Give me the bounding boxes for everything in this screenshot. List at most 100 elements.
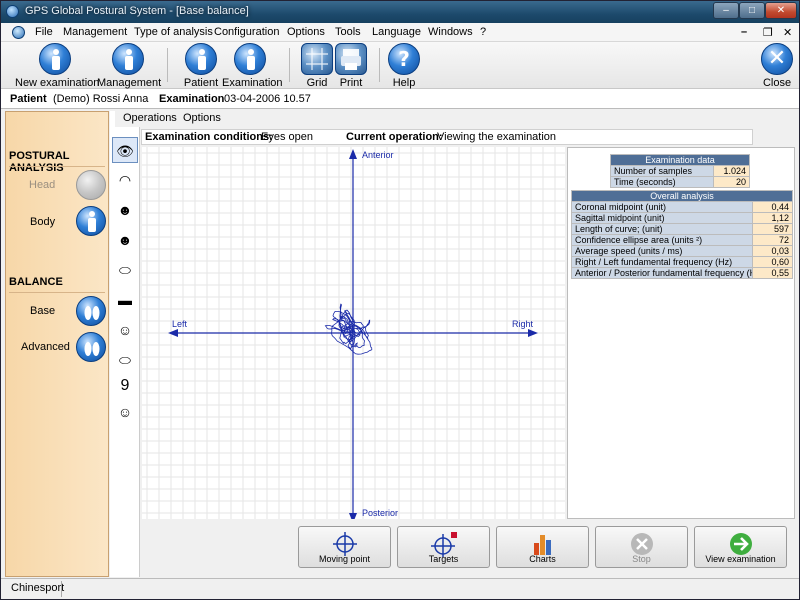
grid-button[interactable]: Grid — [299, 43, 335, 89]
mdi-minimize-button[interactable]: – — [741, 26, 747, 38]
number-nine-icon[interactable]: 9 — [112, 373, 138, 399]
print-button[interactable]: Print — [333, 43, 369, 89]
toolbar-divider — [167, 48, 168, 82]
patient-field-label: Patient — [10, 93, 47, 105]
sway-trace — [324, 303, 373, 355]
eyes-closed-icon[interactable]: ◠ — [112, 167, 138, 193]
management-button[interactable]: Management — [97, 43, 161, 89]
table-row: Number of samples 1.024 — [609, 165, 750, 177]
menu-tools[interactable]: Tools — [335, 26, 361, 38]
head-down-icon[interactable]: ☺ — [112, 399, 138, 425]
table-row: Coronal midpoint (unit) 0,44 — [571, 201, 793, 213]
help-button[interactable]: ? Help — [386, 43, 422, 89]
view-examination-label: View examination — [705, 554, 776, 564]
help-icon: ? — [388, 43, 420, 75]
posterior-arrow-icon — [349, 513, 357, 523]
targets-button[interactable]: Targets — [397, 526, 490, 568]
row-label: Length of curve; (unit) — [571, 223, 753, 235]
moving-point-button[interactable]: Moving point — [298, 526, 391, 568]
patient-button[interactable]: Patient — [181, 43, 221, 89]
results-panel: Examination data Number of samples 1.024 … — [567, 147, 795, 519]
row-label: Right / Left fundamental frequency (Hz) — [571, 256, 753, 268]
close-button[interactable]: ✕ Close — [759, 43, 795, 89]
help-label: Help — [392, 77, 416, 89]
close-window-button[interactable]: ✕ — [765, 2, 797, 19]
row-label: Coronal midpoint (unit) — [571, 201, 753, 213]
view-examination-button[interactable]: View examination — [694, 526, 787, 568]
examination-label: Examination — [222, 77, 283, 89]
toolbar-divider — [289, 48, 290, 82]
right-arrow-icon — [528, 329, 538, 337]
base-button[interactable] — [76, 296, 106, 326]
left-arrow-icon — [168, 329, 178, 337]
status-divider — [61, 581, 62, 597]
row-value: 0,60 — [752, 256, 793, 268]
advanced-button[interactable] — [76, 332, 106, 362]
patient-name: (Demo) Rossi Anna — [53, 93, 149, 105]
toolbar: New examination Management Patient Exami… — [1, 42, 799, 89]
condition-icon-column: 👁 ◠ ☻ ☻ ⬭ ▬ ☺ ⬭ 9 ☺ — [110, 111, 140, 577]
head-icon — [76, 170, 106, 200]
sidebar-item-head-label: Head — [29, 179, 56, 191]
sidebar-divider — [9, 292, 105, 293]
stop-label: Stop — [632, 554, 651, 564]
row-value: 20 — [713, 176, 750, 188]
lips-icon[interactable]: ⬭ — [112, 347, 138, 373]
mouth-closed-icon[interactable]: ▬ — [112, 287, 138, 313]
new-examination-button[interactable]: New examination — [15, 43, 99, 89]
overall-analysis-title: Overall analysis — [571, 190, 793, 202]
feet-icon — [84, 306, 100, 320]
body-button[interactable] — [76, 206, 106, 236]
targets-label: Targets — [428, 554, 459, 564]
toolbar-divider — [379, 48, 380, 82]
status-text: Chinesport — [11, 582, 65, 594]
eyes-open-icon[interactable]: 👁 — [112, 137, 138, 163]
menu-help[interactable]: ? — [480, 26, 486, 38]
row-value: 0,03 — [752, 245, 793, 257]
balance-heading: BALANCE — [9, 276, 63, 288]
person-icon — [234, 43, 266, 75]
left-label: Left — [172, 319, 188, 329]
menu-management[interactable]: Management — [63, 26, 127, 38]
table-row: Confidence ellipse area (units ²) 72 — [571, 234, 793, 246]
title-bar: GPS Global Postural System - [Base balan… — [1, 1, 799, 23]
charts-button[interactable]: Charts — [496, 526, 589, 568]
print-icon — [335, 43, 367, 75]
patient-label: Patient — [183, 77, 219, 89]
stop-button[interactable]: Stop — [595, 526, 688, 568]
menu-options[interactable]: Options — [287, 26, 325, 38]
tab-operations[interactable]: Operations — [123, 112, 177, 124]
menu-language[interactable]: Language — [372, 26, 421, 38]
head-turn-icon[interactable]: ☻ — [112, 227, 138, 253]
person-icon — [112, 43, 144, 75]
app-menu-icon[interactable] — [12, 26, 25, 39]
table-row: Right / Left fundamental frequency (Hz) 0… — [571, 256, 793, 268]
head-profile-icon[interactable]: ☺ — [112, 317, 138, 343]
sidebar-item-advanced-label: Advanced — [21, 341, 70, 353]
conditions-label: Examination conditions: — [145, 131, 273, 143]
menu-configuration[interactable]: Configuration — [214, 26, 279, 38]
feet-icon — [84, 342, 100, 356]
row-value: 1.024 — [713, 165, 750, 177]
patient-bar: Patient (Demo) Rossi Anna Examination 03… — [1, 89, 799, 109]
minimize-button[interactable]: – — [713, 2, 739, 19]
mouth-open-icon[interactable]: ⬭ — [112, 257, 138, 283]
row-value: 0,55 — [752, 267, 793, 279]
mdi-restore-button[interactable]: ❐ — [763, 26, 773, 39]
menu-windows[interactable]: Windows — [428, 26, 473, 38]
person-icon — [185, 43, 217, 75]
examination-button[interactable]: Examination — [222, 43, 283, 89]
app-window: GPS Global Postural System - [Base balan… — [0, 0, 800, 600]
analysis-sidebar: POSTURAL ANALYSIS Head Body BALANCE Base… — [5, 111, 109, 577]
tab-options[interactable]: Options — [183, 112, 221, 124]
menu-type-of-analysis[interactable]: Type of analysis — [134, 26, 213, 38]
maximize-button[interactable]: □ — [739, 2, 765, 19]
anterior-label: Anterior — [362, 150, 394, 160]
head-tilt-icon[interactable]: ☻ — [112, 197, 138, 223]
table-row: Sagittal midpoint (unit) 1,12 — [571, 212, 793, 224]
stabilogram-plot: Anterior Posterior Left Right — [142, 147, 565, 523]
menu-file[interactable]: File — [35, 26, 53, 38]
row-value: 597 — [752, 223, 793, 235]
mdi-close-button[interactable]: ✕ — [783, 26, 792, 39]
person-icon — [39, 43, 71, 75]
